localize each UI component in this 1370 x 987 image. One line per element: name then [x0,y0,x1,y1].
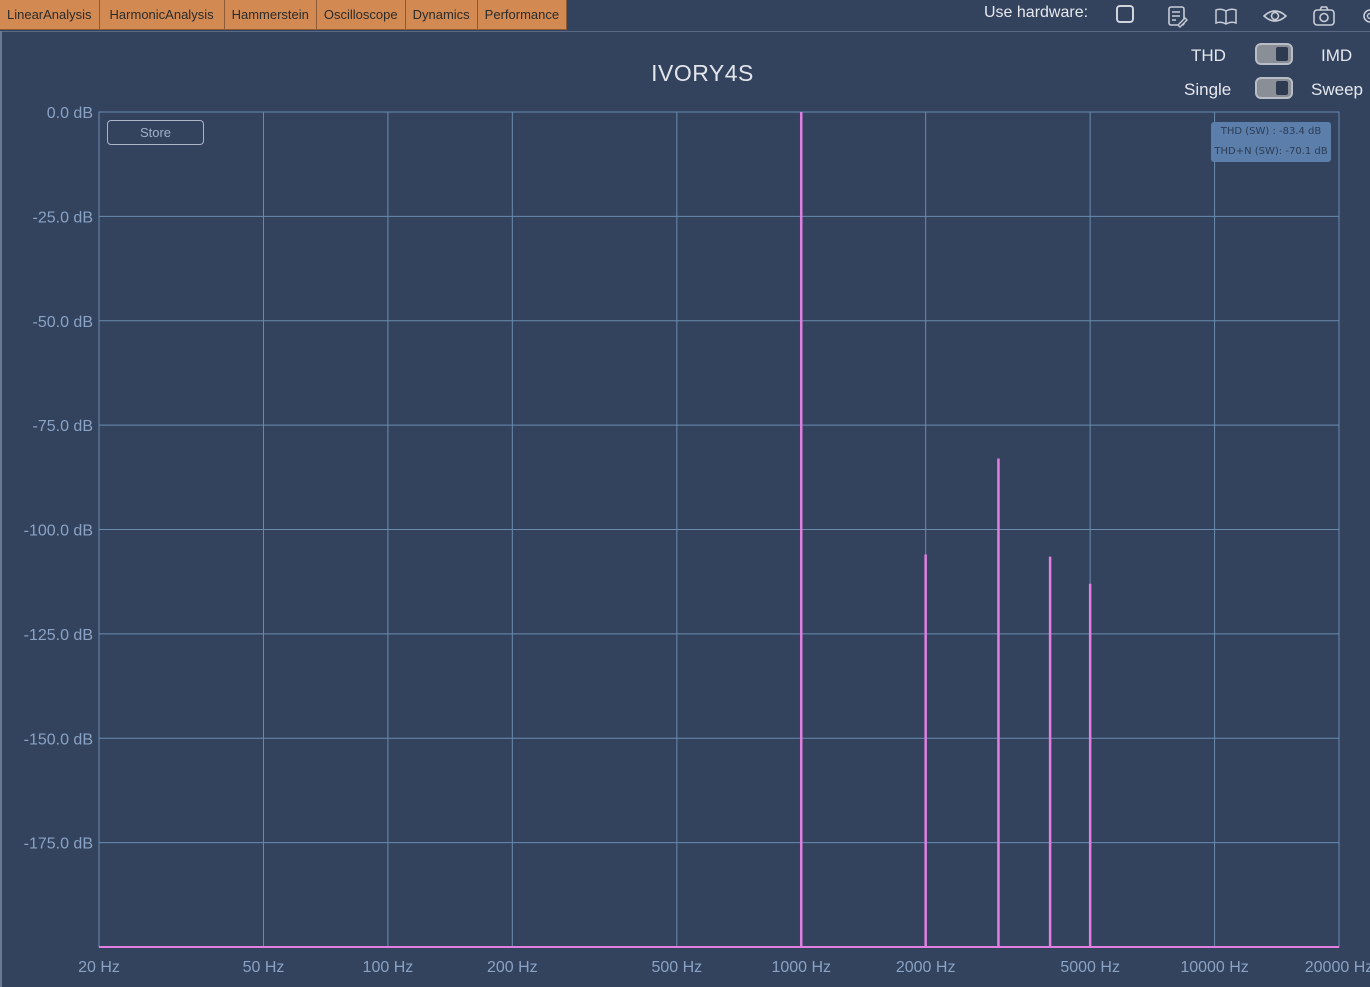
y-tick-label: -175.0 dB [24,836,93,853]
y-tick-label: -75.0 dB [33,418,93,435]
thdn-value: THD+N (SW): -70.1 dB [1214,146,1328,157]
x-tick-label: 200 Hz [487,959,538,976]
thd-readout: THD (SW) : -83.4 dB THD+N (SW): -70.1 dB [1211,122,1331,162]
thd-value: THD (SW) : -83.4 dB [1220,126,1322,137]
y-tick-label: -25.0 dB [33,209,93,226]
harmonic-spectrum-chart: 0.0 dB -25.0 dB -50.0 dB -75.0 dB -100.0 dB -… [24,105,1370,976]
y-tick-label: -50.0 dB [33,314,93,331]
store-button[interactable]: Store [107,120,204,145]
x-tick-label: 500 Hz [651,959,702,976]
x-tick-label: 20 Hz [78,959,120,976]
y-tick-label: -100.0 dB [24,523,93,540]
x-tick-label: 20000 Hz [1305,959,1370,976]
x-tick-label: 2000 Hz [896,959,956,976]
y-tick-label: -150.0 dB [24,731,93,748]
x-tick-label: 1000 Hz [771,959,831,976]
x-tick-label: 10000 Hz [1180,959,1249,976]
y-tick-label: 0.0 dB [47,105,93,122]
x-tick-label: 5000 Hz [1060,959,1120,976]
x-tick-label: 100 Hz [363,959,414,976]
x-tick-label: 50 Hz [243,959,285,976]
y-tick-label: -125.0 dB [24,627,93,644]
